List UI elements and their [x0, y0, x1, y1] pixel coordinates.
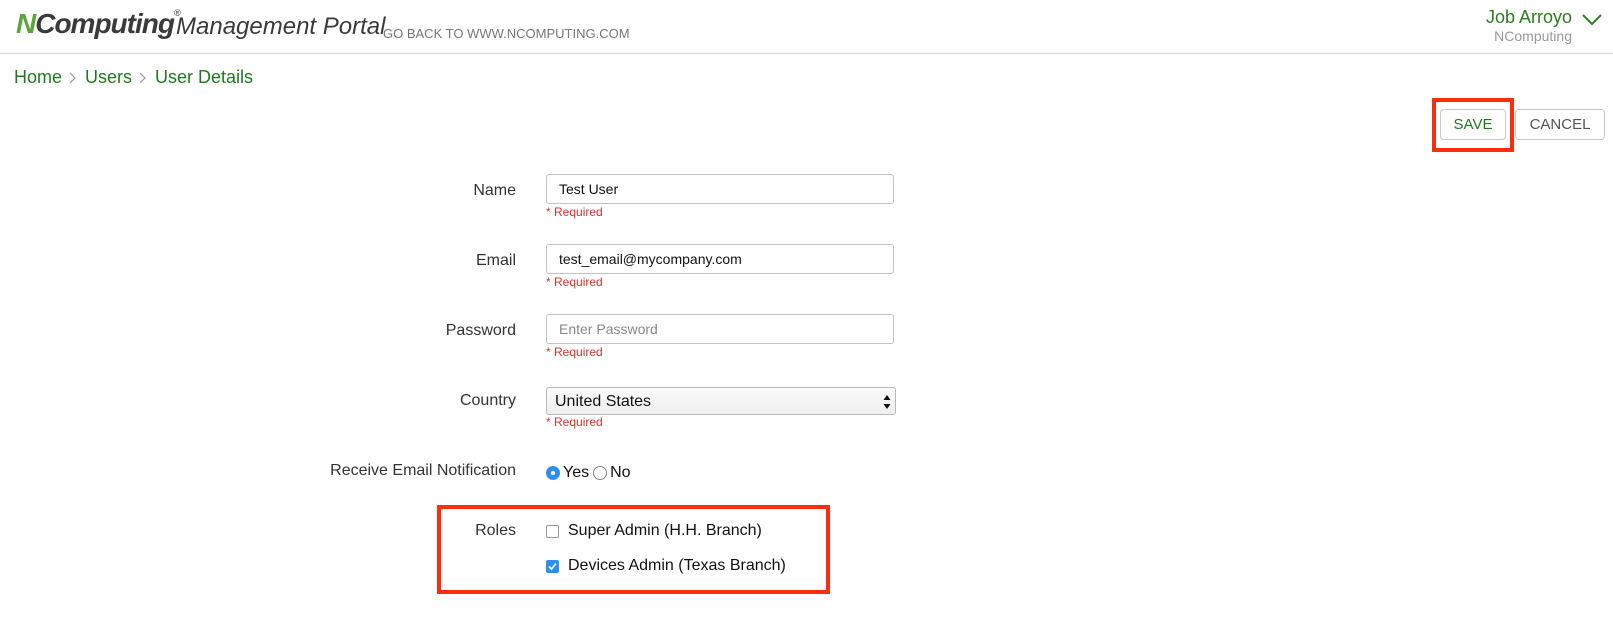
role-super-admin[interactable]: Super Admin (H.H. Branch): [546, 522, 762, 540]
email-label: Email: [475, 252, 516, 269]
chevron-right-icon: [139, 72, 146, 83]
chevron-down-icon[interactable]: [1581, 12, 1603, 28]
notification-no-label[interactable]: No: [610, 464, 630, 482]
notification-no-radio[interactable]: [593, 466, 608, 480]
role-super-admin-label[interactable]: Super Admin (H.H. Branch): [568, 522, 762, 540]
breadcrumb-user-details[interactable]: User Details: [155, 67, 253, 88]
save-button[interactable]: SAVE: [1440, 109, 1506, 140]
user-organization: NComputing: [1494, 28, 1572, 44]
name-required-hint: * Required: [546, 205, 603, 219]
name-label: Name: [473, 182, 516, 199]
country-select[interactable]: United States: [546, 387, 896, 415]
email-required-hint: * Required: [546, 275, 603, 289]
notification-yes-radio[interactable]: [546, 466, 560, 480]
portal-title: Management Portal: [176, 13, 386, 40]
role-super-admin-checkbox[interactable]: [546, 524, 559, 538]
go-back-link[interactable]: GO BACK TO WWW.NCOMPUTING.COM: [383, 26, 630, 41]
role-devices-admin-checkbox[interactable]: [546, 559, 559, 573]
ncomputing-logo[interactable]: NComputing®: [16, 8, 181, 40]
name-input[interactable]: [546, 174, 894, 204]
country-required-hint: * Required: [546, 415, 603, 429]
chevron-right-icon: [69, 72, 76, 83]
breadcrumb-users[interactable]: Users: [85, 67, 132, 88]
notification-label: Receive Email Notification: [330, 462, 516, 479]
role-devices-admin[interactable]: Devices Admin (Texas Branch): [546, 557, 786, 575]
checkmark-icon: [548, 562, 557, 570]
roles-highlight-box: [437, 505, 830, 594]
country-label: Country: [459, 392, 516, 409]
breadcrumb: Home Users User Details: [14, 67, 253, 88]
email-input[interactable]: [546, 244, 894, 274]
notification-radio-group: Yes No: [546, 464, 635, 482]
password-required-hint: * Required: [546, 345, 603, 359]
breadcrumb-home[interactable]: Home: [14, 67, 62, 88]
user-name[interactable]: Job Arroyo: [1486, 7, 1572, 28]
country-selected-value: United States: [555, 393, 652, 410]
notification-yes-label[interactable]: Yes: [563, 464, 589, 482]
select-arrows-icon: [883, 395, 891, 409]
roles-label: Roles: [475, 522, 516, 539]
password-label: Password: [445, 322, 516, 339]
role-devices-admin-label[interactable]: Devices Admin (Texas Branch): [568, 557, 786, 575]
password-input[interactable]: [546, 314, 894, 344]
top-bar: NComputing® Management Portal GO BACK TO…: [0, 0, 1613, 54]
cancel-button[interactable]: CANCEL: [1515, 109, 1605, 140]
